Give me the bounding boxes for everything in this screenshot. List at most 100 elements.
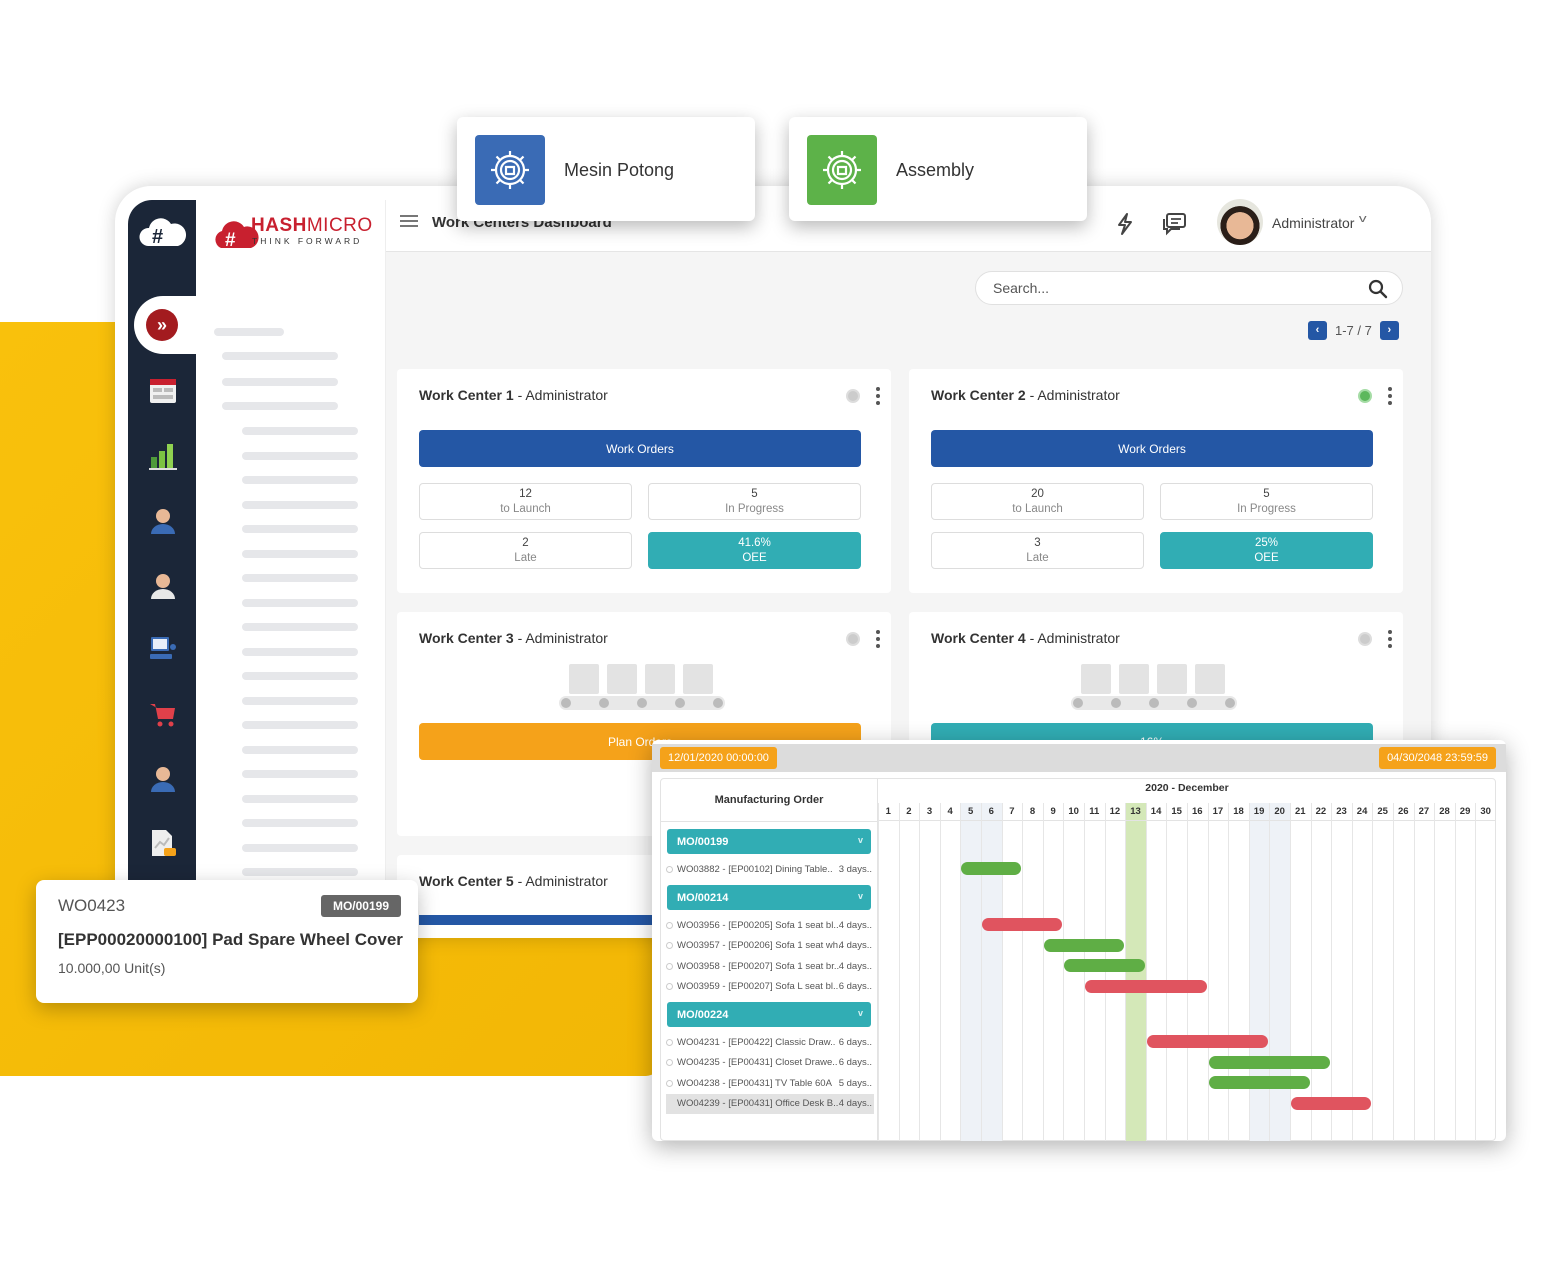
work-order-row[interactable]: WO03956 - [EP00205] Sofa 1 seat bl.. 4 da…: [666, 915, 874, 935]
drag-handle-icon: [666, 1059, 673, 1066]
grid-line: [1063, 803, 1065, 1141]
chevron-down-icon[interactable]: v: [858, 891, 863, 901]
cart-icon[interactable]: [148, 699, 178, 729]
menu-item-placeholder: [222, 402, 338, 410]
lightning-icon[interactable]: [1114, 212, 1136, 236]
grid-line: [898, 803, 900, 1141]
grid-line: [1413, 803, 1415, 1141]
work-order-row[interactable]: WO04235 - [EP00431] Closet Drawe.. 6 days…: [666, 1053, 874, 1073]
side-menu: # HASHMICRO THINK FORWARD: [196, 200, 386, 938]
stat-in-progress[interactable]: 5 In Progress: [1160, 483, 1373, 520]
pager: ‹ 1-7 / 7 ›: [1308, 320, 1399, 340]
gear-icon: [807, 135, 877, 205]
bar-chart-icon[interactable]: [148, 441, 178, 471]
user-avatar[interactable]: [1217, 199, 1263, 245]
menu-item-placeholder: [242, 623, 358, 631]
mail-icon[interactable]: [148, 570, 178, 600]
menu-item-placeholder: [242, 451, 358, 460]
drag-handle-icon: [666, 1079, 673, 1087]
prev-page-button[interactable]: ‹: [1308, 320, 1327, 340]
day-label: 24: [1356, 806, 1368, 817]
work-center-chip-assembly[interactable]: Assembly: [789, 117, 1087, 221]
day-label: 26: [1398, 806, 1409, 817]
work-orders-button[interactable]: Work Orders: [931, 430, 1373, 467]
gantt-bar-on-track[interactable]: [1064, 959, 1145, 972]
menu-item-placeholder: [242, 647, 358, 656]
work-order-row[interactable]: WO03882 - [EP00102] Dining Table.. 3 days…: [666, 859, 874, 879]
duration-label: 6 days..: [838, 1036, 872, 1048]
gantt-panel: 12/01/2020 00:00:00 04/30/2048 23:59:59 …: [652, 740, 1506, 1141]
employee-list-icon[interactable]: [148, 505, 178, 535]
day-label: 8: [1029, 806, 1036, 817]
work-order-label: WO04231 - [EP00422] Classic Draw..: [677, 1036, 836, 1048]
stat-oee[interactable]: 41.6% OEE: [648, 532, 861, 569]
day-label: 22: [1315, 806, 1327, 817]
gantt-bar-on-track[interactable]: [1208, 1055, 1331, 1069]
computer-icon[interactable]: [148, 634, 178, 664]
stat-in-progress[interactable]: 5 In Progress: [648, 483, 861, 520]
grid-line: [1269, 803, 1271, 1141]
search-input[interactable]: [993, 280, 1353, 296]
chevron-down-icon[interactable]: v: [858, 1008, 863, 1018]
next-page-button[interactable]: ›: [1379, 320, 1399, 340]
stat-late[interactable]: 3 Late: [931, 532, 1144, 569]
grid-line: [1207, 803, 1209, 1141]
work-orders-button[interactable]: Work Orders: [419, 430, 861, 467]
work-center-chip-mesin-potong[interactable]: Mesin Potong: [457, 117, 755, 221]
stat-oee[interactable]: 25% OEE: [1160, 532, 1373, 569]
expand-menu-button[interactable]: »: [146, 309, 178, 341]
day-label: 21: [1295, 806, 1306, 817]
support-agent-icon[interactable]: [148, 763, 178, 793]
work-order-row[interactable]: WO04238 - [EP00431] TV Table 60A 5 days..: [666, 1073, 874, 1093]
more-options-icon[interactable]: [875, 630, 881, 648]
day-label: 5: [968, 806, 974, 817]
gantt-bar-late[interactable]: [1085, 979, 1207, 993]
work-order-label: WO03957 - [EP00206] Sofa 1 seat wh..: [677, 940, 844, 951]
gantt-bar-on-track[interactable]: [1043, 938, 1125, 952]
work-order-label: WO03882 - [EP00102] Dining Table..: [677, 863, 833, 875]
more-options-icon[interactable]: [1387, 387, 1393, 405]
stat-late[interactable]: 2 Late: [419, 532, 632, 569]
menu-item-placeholder: [242, 721, 358, 729]
user-name[interactable]: Administrator: [1272, 215, 1354, 231]
stat-to-launch[interactable]: 12 to Launch: [419, 483, 632, 520]
menu-item-placeholder: [242, 868, 358, 876]
work-order-row[interactable]: WO03959 - [EP00207] Sofa L seat bl.. 6 da…: [666, 977, 874, 997]
drag-handle-icon: [666, 865, 673, 873]
gantt-bar-on-track[interactable]: [1208, 1076, 1310, 1089]
menu-item-placeholder: [242, 819, 358, 827]
grid-line: [1166, 803, 1168, 1141]
mo-group-header[interactable]: MO/00199 v: [667, 829, 871, 854]
gantt-bar-late[interactable]: [982, 918, 1063, 931]
work-order-row[interactable]: WO04239 - [EP00431] Office Desk B.. 4 day…: [666, 1093, 874, 1114]
calendar-icon[interactable]: [148, 376, 178, 406]
search-icon[interactable]: [1368, 279, 1388, 299]
work-order-row[interactable]: WO04231 - [EP00422] Classic Draw.. 6 days…: [666, 1032, 874, 1052]
gantt-bar-on-track[interactable]: [961, 862, 1022, 875]
hamburger-menu-icon[interactable]: [400, 212, 418, 230]
stat-to-launch[interactable]: 20 to Launch: [931, 483, 1144, 520]
report-icon[interactable]: [148, 828, 178, 858]
chevron-down-icon[interactable]: v: [1359, 213, 1367, 225]
mo-label: MO/00224: [677, 1008, 729, 1021]
menu-item-placeholder: [242, 476, 358, 484]
mo-group-header[interactable]: MO/00224 v: [667, 1002, 871, 1027]
work-order-card[interactable]: WO0423 MO/00199 [EPP00020000100] Pad Spa…: [36, 880, 418, 1003]
more-options-icon[interactable]: [875, 387, 881, 405]
chevron-down-icon[interactable]: v: [858, 835, 863, 845]
gantt-bar-late[interactable]: [1146, 1035, 1269, 1048]
day-label: 23: [1336, 806, 1347, 817]
chat-icon[interactable]: [1162, 212, 1188, 236]
work-order-row[interactable]: WO03958 - [EP00207] Sofa 1 seat br.. 4 da…: [666, 956, 874, 976]
grid-line: [1042, 803, 1044, 1141]
duration-label: 4 days..: [838, 1098, 872, 1109]
more-options-icon[interactable]: [1387, 630, 1393, 648]
mo-group-header[interactable]: MO/00214 v: [667, 885, 871, 910]
brand-tagline: THINK FORWARD: [252, 236, 363, 246]
work-center-title: Work Center 5 - Administrator: [419, 873, 608, 889]
icon-rail: # »: [128, 200, 196, 938]
gantt-bar-late[interactable]: [1291, 1096, 1372, 1110]
duration-label: 6 days..: [838, 1057, 872, 1068]
work-order-row[interactable]: WO03957 - [EP00206] Sofa 1 seat wh.. 4 da…: [666, 936, 874, 956]
day-label: 17: [1212, 806, 1224, 817]
